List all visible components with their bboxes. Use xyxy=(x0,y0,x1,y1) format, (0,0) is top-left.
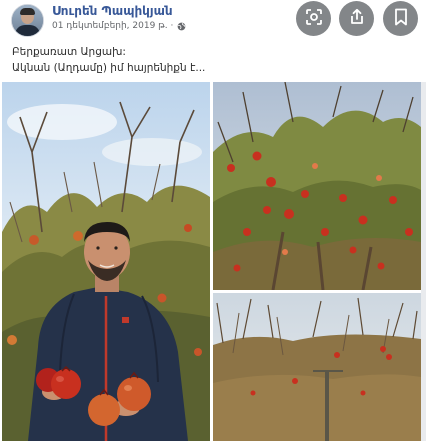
globe-icon xyxy=(177,22,186,31)
post-text-line-2: Ակնան (Աղդամը) իմ հայրենիքն է... xyxy=(12,62,206,74)
avatar[interactable] xyxy=(11,4,44,37)
scan-icon xyxy=(305,8,323,30)
share-icon xyxy=(348,8,366,30)
author-name[interactable]: Սուրեն Պապիկյան xyxy=(52,4,173,18)
save-button[interactable] xyxy=(383,1,418,36)
scrollbar-gutter xyxy=(421,82,426,441)
photo-pomegranate-orchard[interactable] xyxy=(213,293,421,441)
post-header: Սուրեն Պապիկյան 01 դեկտեմբերի, 2019 թ. · xyxy=(0,0,426,80)
post-date[interactable]: 01 դեկտեմբերի, 2019 թ. · xyxy=(52,21,173,31)
photo-pomegranate-tree[interactable] xyxy=(213,82,421,290)
post-text: Բերքառատ Արցախ: Ակնան (Աղդամը) իմ հայրեն… xyxy=(12,44,412,76)
scan-button[interactable] xyxy=(296,1,331,36)
post-text-line-1: Բերքառատ Արցախ: xyxy=(12,46,126,58)
share-button[interactable] xyxy=(339,1,374,36)
photo-man-with-pomegranates[interactable] xyxy=(2,82,210,441)
bookmark-icon xyxy=(393,8,409,30)
post-meta: 01 դեկտեմբերի, 2019 թ. · xyxy=(52,21,186,31)
